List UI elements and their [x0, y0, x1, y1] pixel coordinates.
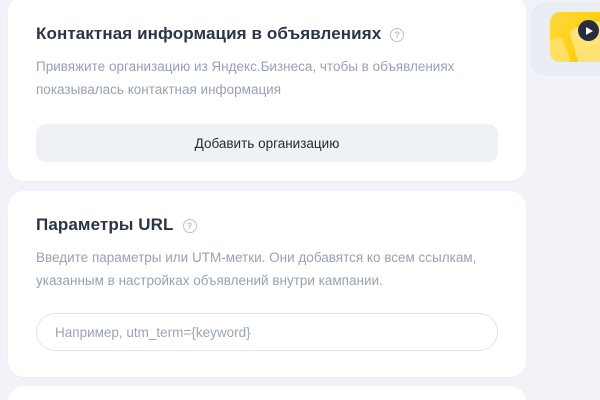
play-triangle-icon [586, 26, 593, 35]
next-section-card [8, 386, 526, 400]
video-promo-container [530, 2, 600, 76]
contact-card-description: Привяжите организацию из Яндекс.Бизнеса,… [36, 59, 455, 97]
contact-help-icon[interactable]: ? [390, 27, 405, 42]
thumbnail-card-shape [550, 35, 572, 62]
contact-info-card: Контактная информация в объявлениях ? Пр… [8, 0, 526, 181]
play-icon [578, 20, 599, 41]
url-params-card-description: Введите параметры или UTM-метки. Они доб… [36, 250, 477, 288]
contact-card-title: Контактная информация в объявлениях [36, 24, 382, 43]
video-thumbnail[interactable] [550, 12, 600, 62]
url-params-card-title: Параметры URL [36, 215, 174, 234]
url-params-card: Параметры URL ? Введите параметры или UT… [8, 191, 526, 377]
campaign-settings-page: Контактная информация в объявлениях ? Пр… [0, 0, 600, 400]
contact-card-title-row: Контактная информация в объявлениях ? [36, 24, 498, 44]
url-params-help-icon[interactable]: ? [182, 218, 197, 233]
url-params-input[interactable] [36, 313, 498, 351]
add-organization-button[interactable]: Добавить организацию [36, 124, 498, 162]
url-params-title-row: Параметры URL ? [36, 215, 498, 235]
